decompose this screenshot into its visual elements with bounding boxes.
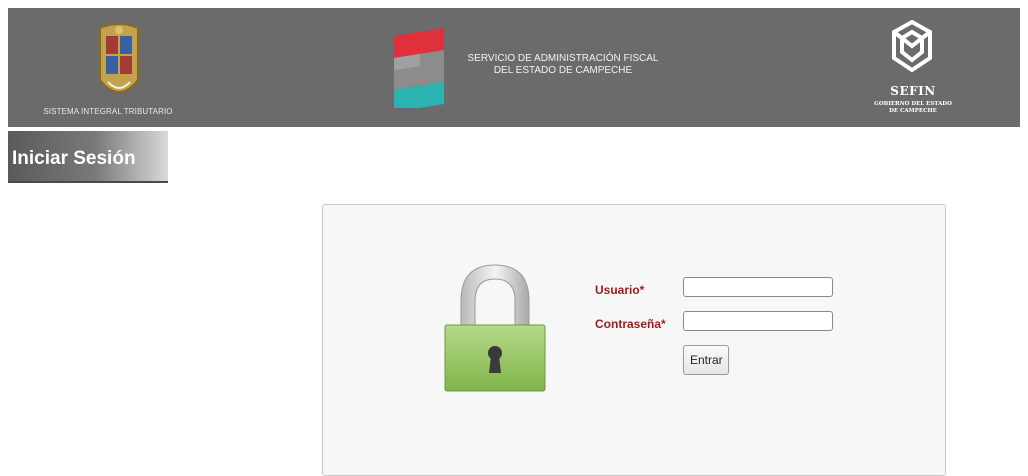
left-logo-caption: SISTEMA INTEGRAL TRIBUTARIO [43,107,173,116]
section-tab: Iniciar Sesión [8,131,168,183]
enter-button[interactable]: Entrar [683,345,729,375]
username-input[interactable] [683,277,833,297]
sefin-subtitle-line1: GOBIERNO DEL ESTADO [874,101,952,107]
section-title: Iniciar Sesión [12,148,136,169]
sefin-logo-icon [892,19,932,73]
sefin-title: SEFIN [890,84,936,98]
coat-of-arms-icon [99,23,139,93]
padlock-icon [444,264,546,392]
password-input[interactable] [683,311,833,331]
center-title-line2: DEL ESTADO DE CAMPECHE [493,65,633,76]
center-title: SERVICIO DE ADMINISTRACIÓN FISCAL DEL ES… [458,53,668,77]
sefin-subtitle-line2: DE CAMPECHE [889,108,937,114]
saf-s-logo-icon [394,28,444,108]
login-panel: Usuario* Contraseña* Entrar [322,204,946,476]
username-label: Usuario* [595,283,645,297]
sefin-subtitle: GOBIERNO DEL ESTADO DE CAMPECHE [858,101,968,115]
center-title-line1: SERVICIO DE ADMINISTRACIÓN FISCAL [467,53,659,64]
password-label: Contraseña* [595,317,666,331]
header-banner: SISTEMA INTEGRAL TRIBUTARIO SERVICIO DE … [8,8,1020,127]
